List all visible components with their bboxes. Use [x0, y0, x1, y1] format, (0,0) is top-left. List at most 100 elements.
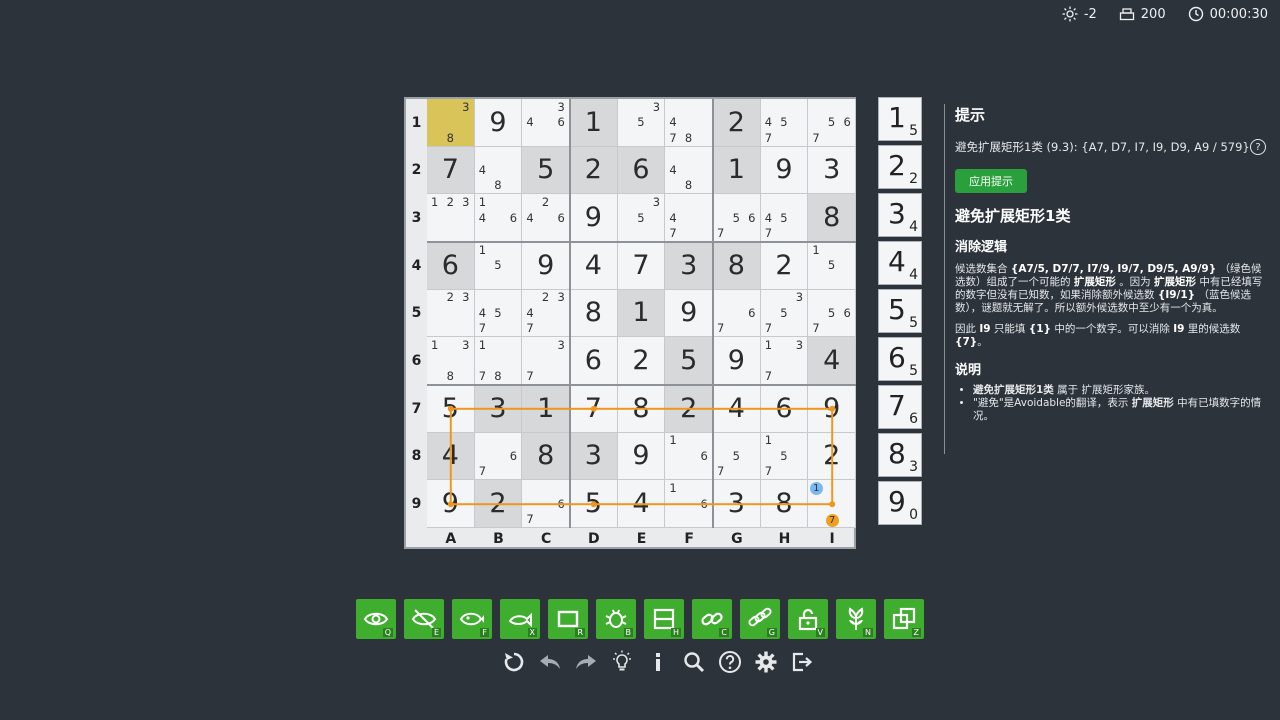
sudoku-cell[interactable]: 4 [713, 385, 761, 433]
sudoku-cell[interactable]: 4 [617, 480, 666, 528]
sudoku-cell[interactable]: 47 [665, 194, 713, 242]
number-button[interactable]: 65 [878, 337, 922, 381]
sudoku-cell[interactable]: 9 [760, 146, 809, 195]
sudoku-cell[interactable]: 2 [474, 480, 523, 528]
sudoku-cell[interactable]: 357 [760, 289, 809, 338]
sudoku-cell[interactable]: 15 [808, 242, 856, 290]
redo-button[interactable] [572, 648, 600, 676]
sudoku-cell[interactable]: 9 [427, 480, 475, 528]
sudoku-cell[interactable]: 3 [808, 146, 856, 195]
sudoku-cell[interactable]: 8 [570, 289, 618, 338]
sudoku-cell[interactable]: 56 7 [808, 99, 856, 147]
x-wing-tool-button[interactable]: X [500, 599, 540, 639]
sudoku-cell[interactable]: 23 [427, 289, 475, 338]
apply-hint-button[interactable]: 应用提示 [955, 169, 1027, 193]
number-button[interactable]: 34 [878, 193, 922, 237]
sudoku-cell[interactable]: 1 78 [474, 337, 523, 385]
sudoku-cell[interactable]: 8 [617, 385, 666, 433]
sudoku-cell[interactable]: 23 47 [522, 289, 570, 338]
sudoku-cell[interactable]: 8 [522, 432, 570, 481]
sudoku-cell[interactable]: 9 [474, 99, 523, 147]
number-button[interactable]: 90 [878, 481, 922, 525]
exit-button[interactable] [788, 648, 816, 676]
sudoku-cell[interactable]: 478 [665, 99, 713, 147]
sudoku-cell[interactable]: 5 [665, 337, 713, 385]
help-button[interactable] [716, 648, 744, 676]
sudoku-cell[interactable]: 35 [617, 99, 666, 147]
sudoku-cell[interactable]: 1 [713, 146, 761, 195]
settings-button[interactable] [752, 648, 780, 676]
number-button[interactable]: 22 [878, 145, 922, 189]
sudoku-cell[interactable]: 5 [427, 385, 475, 433]
number-button[interactable]: 55 [878, 289, 922, 333]
restart-button[interactable] [500, 648, 528, 676]
sudoku-cell[interactable]: 2 [617, 337, 666, 385]
sudoku-cell[interactable]: 6 [570, 337, 618, 385]
sudoku-cell[interactable]: 1 [617, 289, 666, 338]
sudoku-cell[interactable]: 8 [760, 480, 809, 528]
sudoku-cell[interactable]: 3 [713, 480, 761, 528]
info-button[interactable] [644, 648, 672, 676]
sudoku-cell[interactable]: 67 [474, 432, 523, 481]
sudoku-cell[interactable]: 6 [617, 146, 666, 195]
sudoku-cell[interactable]: 1 3 8 [427, 337, 475, 385]
nishio-flower-tool-button[interactable]: N [836, 599, 876, 639]
sudoku-cell[interactable]: 2 [713, 99, 761, 147]
sudoku-cell[interactable]: 14 6 [474, 194, 523, 242]
number-button[interactable]: 15 [878, 97, 922, 141]
sudoku-cell[interactable]: 9 [808, 385, 856, 433]
fish-eye-tool-button[interactable]: F [452, 599, 492, 639]
sudoku-cell[interactable]: 3 [474, 385, 523, 433]
sudoku-cell[interactable]: 4 [808, 337, 856, 385]
sudoku-cell[interactable]: 5 [570, 480, 618, 528]
sudoku-cell[interactable]: 4 [570, 242, 618, 290]
sudoku-cell[interactable]: 56 7 [808, 289, 856, 338]
unlock-tool-button[interactable]: V [788, 599, 828, 639]
sudoku-cell[interactable]: 57 [713, 432, 761, 481]
sudoku-cell[interactable]: 2 [760, 242, 809, 290]
sudoku-cell[interactable]: 3 4 6 [522, 99, 570, 147]
sudoku-cell[interactable]: 123 [427, 194, 475, 242]
sudoku-cell[interactable]: 3 [665, 242, 713, 290]
number-button[interactable]: 44 [878, 241, 922, 285]
chain-tool-button[interactable]: C [692, 599, 732, 639]
sudoku-cell[interactable]: 56 7 [713, 194, 761, 242]
undo-button[interactable] [536, 648, 564, 676]
number-button[interactable]: 76 [878, 385, 922, 429]
sudoku-cell[interactable]: 9 [713, 337, 761, 385]
sudoku-cell[interactable]: 157 [760, 432, 809, 481]
eye-tool-button[interactable]: Q [356, 599, 396, 639]
rectangle-tool-button[interactable]: R [548, 599, 588, 639]
hidden-rect-tool-button[interactable]: H [644, 599, 684, 639]
sudoku-cell[interactable]: 2 [808, 432, 856, 481]
sudoku-cell[interactable]: 9 [570, 194, 618, 242]
sudoku-cell[interactable]: 457 [760, 99, 809, 147]
copy-tool-button[interactable]: Z [884, 599, 924, 639]
sudoku-cell[interactable]: 6 [760, 385, 809, 433]
hint-button[interactable] [608, 648, 636, 676]
sudoku-cell[interactable]: 2 [570, 146, 618, 195]
sudoku-cell[interactable]: 38 [427, 99, 475, 147]
sudoku-cell[interactable]: 9 [522, 242, 570, 290]
sudoku-cell[interactable]: 4 [427, 432, 475, 481]
sudoku-cell[interactable]: 37 [522, 337, 570, 385]
search-button[interactable] [680, 648, 708, 676]
sudoku-cell[interactable]: 16 [665, 432, 713, 481]
sudoku-cell[interactable]: 24 6 [522, 194, 570, 242]
sudoku-cell[interactable]: 48 [474, 146, 523, 195]
sudoku-cell[interactable]: 1 3 7 [760, 337, 809, 385]
sudoku-cell[interactable]: 3 [570, 432, 618, 481]
sudoku-cell[interactable]: 15 [474, 242, 523, 290]
sudoku-cell[interactable]: 457 [474, 289, 523, 338]
sudoku-cell[interactable]: 6 [427, 242, 475, 290]
help-icon[interactable]: ? [1250, 139, 1266, 155]
sudoku-cell[interactable]: 1 [570, 99, 618, 147]
sudoku-cell[interactable]: 7 [617, 242, 666, 290]
sudoku-cell[interactable]: 8 [808, 194, 856, 242]
sudoku-cell[interactable]: 1 [522, 385, 570, 433]
group-chain-tool-button[interactable]: G [740, 599, 780, 639]
sudoku-cell[interactable]: 5 [522, 146, 570, 195]
sudoku-cell[interactable]: 9 [617, 432, 666, 481]
sudoku-cell[interactable]: 9 [665, 289, 713, 338]
sudoku-cell[interactable]: 7 [427, 146, 475, 195]
